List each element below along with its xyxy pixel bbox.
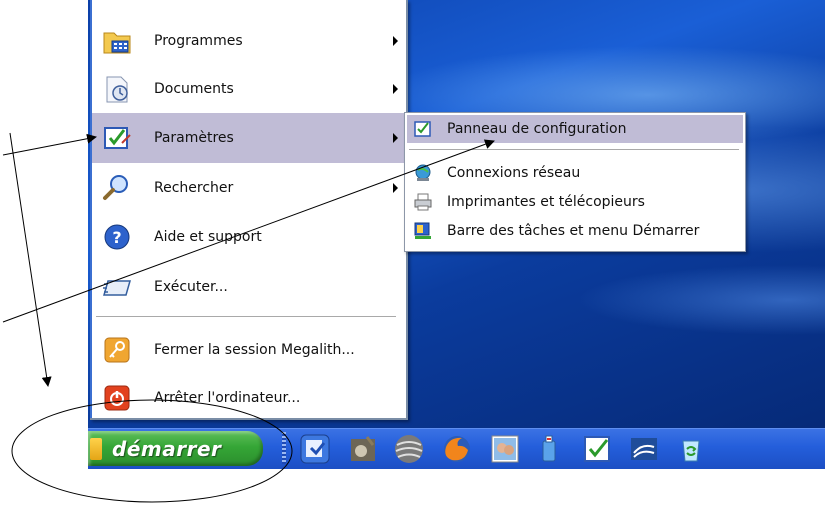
annotation-arrow-settings (2, 133, 97, 156)
annotation-arrow-control-panel (2, 139, 495, 323)
annotation-ellipse-start (11, 399, 293, 503)
annotation-arrow-start-button (9, 132, 52, 387)
annotation-overlay (2, 132, 495, 503)
